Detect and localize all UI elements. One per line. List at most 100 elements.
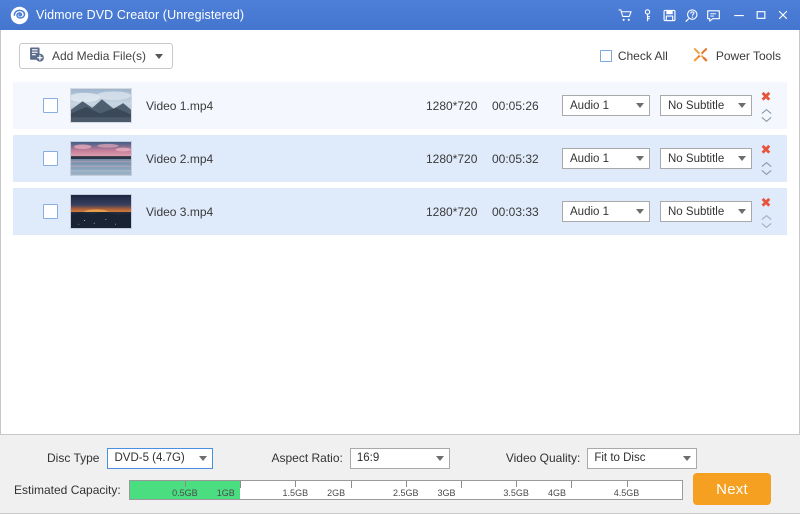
row-checkbox[interactable]: [43, 151, 58, 166]
file-resolution: 1280*720: [426, 99, 492, 113]
check-all-checkbox[interactable]: [600, 50, 612, 62]
capacity-tick-label: 1.5GB: [283, 488, 309, 498]
chevron-down-icon: [636, 209, 644, 214]
capacity-tick: [185, 481, 186, 487]
chevron-down-icon: [683, 456, 691, 461]
aspect-ratio-select[interactable]: 16:9: [350, 448, 450, 469]
capacity-tick: [351, 481, 352, 488]
chevron-down-icon[interactable]: [761, 218, 772, 225]
file-duration: 00:05:32: [492, 152, 562, 166]
row-checkbox[interactable]: [43, 98, 58, 113]
row-actions: ✖: [753, 198, 779, 225]
brand: Vidmore DVD Creator (Unregistered): [10, 6, 244, 25]
close-icon[interactable]: [772, 4, 794, 26]
subtitle-value: No Subtitle: [668, 100, 738, 112]
add-media-icon: [28, 46, 45, 66]
delete-x-icon[interactable]: ✖: [761, 198, 772, 209]
dark-sunset-horizon-thumbnail: [70, 194, 132, 229]
video-quality-select[interactable]: Fit to Disc: [587, 448, 697, 469]
disc-type-select[interactable]: DVD-5 (4.7G): [107, 448, 213, 469]
pink-sunset-lake-thumbnail: [70, 141, 132, 176]
minimize-icon[interactable]: [728, 4, 750, 26]
capacity-tick: [627, 481, 628, 487]
power-tools-label: Power Tools: [716, 49, 781, 63]
row-actions: ✖: [753, 145, 779, 172]
app-window: Vidmore DVD Creator (Unregistered): [0, 0, 800, 514]
toolbar: Add Media File(s) Check All: [1, 30, 799, 82]
chevron-down-icon: [636, 103, 644, 108]
subtitle-select[interactable]: No Subtitle: [660, 201, 752, 222]
check-all-label: Check All: [618, 49, 668, 63]
audio-track-select[interactable]: Audio 1: [562, 95, 650, 116]
table-row[interactable]: Video 2.mp4 1280*720 00:05:32 Audio 1 No…: [13, 135, 787, 182]
chevron-up-icon[interactable]: [761, 210, 772, 217]
file-name: Video 3.mp4: [146, 205, 426, 219]
disc-type-value: DVD-5 (4.7G): [114, 452, 199, 464]
capacity-tick-label: 1GB: [217, 488, 235, 498]
feedback-icon[interactable]: [702, 4, 724, 26]
next-button-label: Next: [716, 481, 748, 498]
chevron-down-icon[interactable]: [761, 165, 772, 172]
title-bar: Vidmore DVD Creator (Unregistered): [0, 0, 800, 30]
capacity-tick: [571, 481, 572, 488]
capacity-tick: [461, 481, 462, 488]
row-actions: ✖: [753, 92, 779, 119]
capacity-tick: [240, 481, 241, 488]
capacity-tick-label: 4.5GB: [614, 488, 640, 498]
save-icon[interactable]: [658, 4, 680, 26]
audio-track-value: Audio 1: [570, 100, 636, 112]
chevron-down-icon[interactable]: [155, 54, 163, 59]
delete-x-icon[interactable]: ✖: [761, 145, 772, 156]
capacity-tick-label: 3.5GB: [503, 488, 529, 498]
row-checkbox[interactable]: [43, 204, 58, 219]
table-row[interactable]: Video 1.mp4 1280*720 00:05:26 Audio 1 No…: [13, 82, 787, 129]
chevron-down-icon: [636, 156, 644, 161]
chevron-down-icon: [436, 456, 444, 461]
add-media-label: Add Media File(s): [52, 49, 146, 63]
vidmore-logo-icon: [10, 6, 29, 25]
power-tools-button[interactable]: Power Tools: [692, 46, 781, 66]
subtitle-value: No Subtitle: [668, 153, 738, 165]
key-icon[interactable]: [636, 4, 658, 26]
aspect-ratio-value: 16:9: [357, 452, 436, 464]
next-button[interactable]: Next: [693, 473, 771, 505]
chevron-down-icon: [738, 209, 746, 214]
estimated-capacity-label: Estimated Capacity:: [14, 483, 121, 497]
table-row[interactable]: Video 3.mp4 1280*720 00:03:33 Audio 1 No…: [13, 188, 787, 235]
estimated-capacity-row: Estimated Capacity: 0.5GB1GB1.5GB2GB2.5G…: [14, 479, 683, 501]
titlebar-icon-group: [614, 4, 794, 26]
chevron-up-icon[interactable]: [761, 104, 772, 111]
maximize-icon[interactable]: [750, 4, 772, 26]
audio-track-select[interactable]: Audio 1: [562, 201, 650, 222]
help-icon[interactable]: [680, 4, 702, 26]
capacity-tick-label: 2GB: [327, 488, 345, 498]
subtitle-select[interactable]: No Subtitle: [660, 148, 752, 169]
file-resolution: 1280*720: [426, 152, 492, 166]
settings-row: Disc Type DVD-5 (4.7G) Aspect Ratio: 16:…: [0, 447, 800, 469]
delete-x-icon[interactable]: ✖: [761, 92, 772, 103]
capacity-tick-label: 2.5GB: [393, 488, 419, 498]
audio-track-value: Audio 1: [570, 153, 636, 165]
capacity-tick: [406, 481, 407, 487]
file-resolution: 1280*720: [426, 205, 492, 219]
cart-icon[interactable]: [614, 4, 636, 26]
capacity-tick: [516, 481, 517, 487]
subtitle-select[interactable]: No Subtitle: [660, 95, 752, 116]
file-duration: 00:05:26: [492, 99, 562, 113]
capacity-tick-label: 4GB: [548, 488, 566, 498]
chevron-up-icon[interactable]: [761, 157, 772, 164]
chevron-down-icon: [199, 456, 207, 461]
add-media-button[interactable]: Add Media File(s): [19, 43, 173, 69]
check-all-control[interactable]: Check All: [600, 49, 668, 63]
video-quality-label: Video Quality:: [506, 451, 581, 465]
file-duration: 00:03:33: [492, 205, 562, 219]
chevron-down-icon: [738, 103, 746, 108]
capacity-tick-label: 3GB: [438, 488, 456, 498]
capacity-tick: [295, 481, 296, 487]
aspect-ratio-label: Aspect Ratio:: [271, 451, 342, 465]
file-name: Video 2.mp4: [146, 152, 426, 166]
content-frame: Add Media File(s) Check All: [0, 30, 800, 434]
chevron-down-icon[interactable]: [761, 112, 772, 119]
audio-track-select[interactable]: Audio 1: [562, 148, 650, 169]
power-tools-icon: [692, 46, 709, 66]
